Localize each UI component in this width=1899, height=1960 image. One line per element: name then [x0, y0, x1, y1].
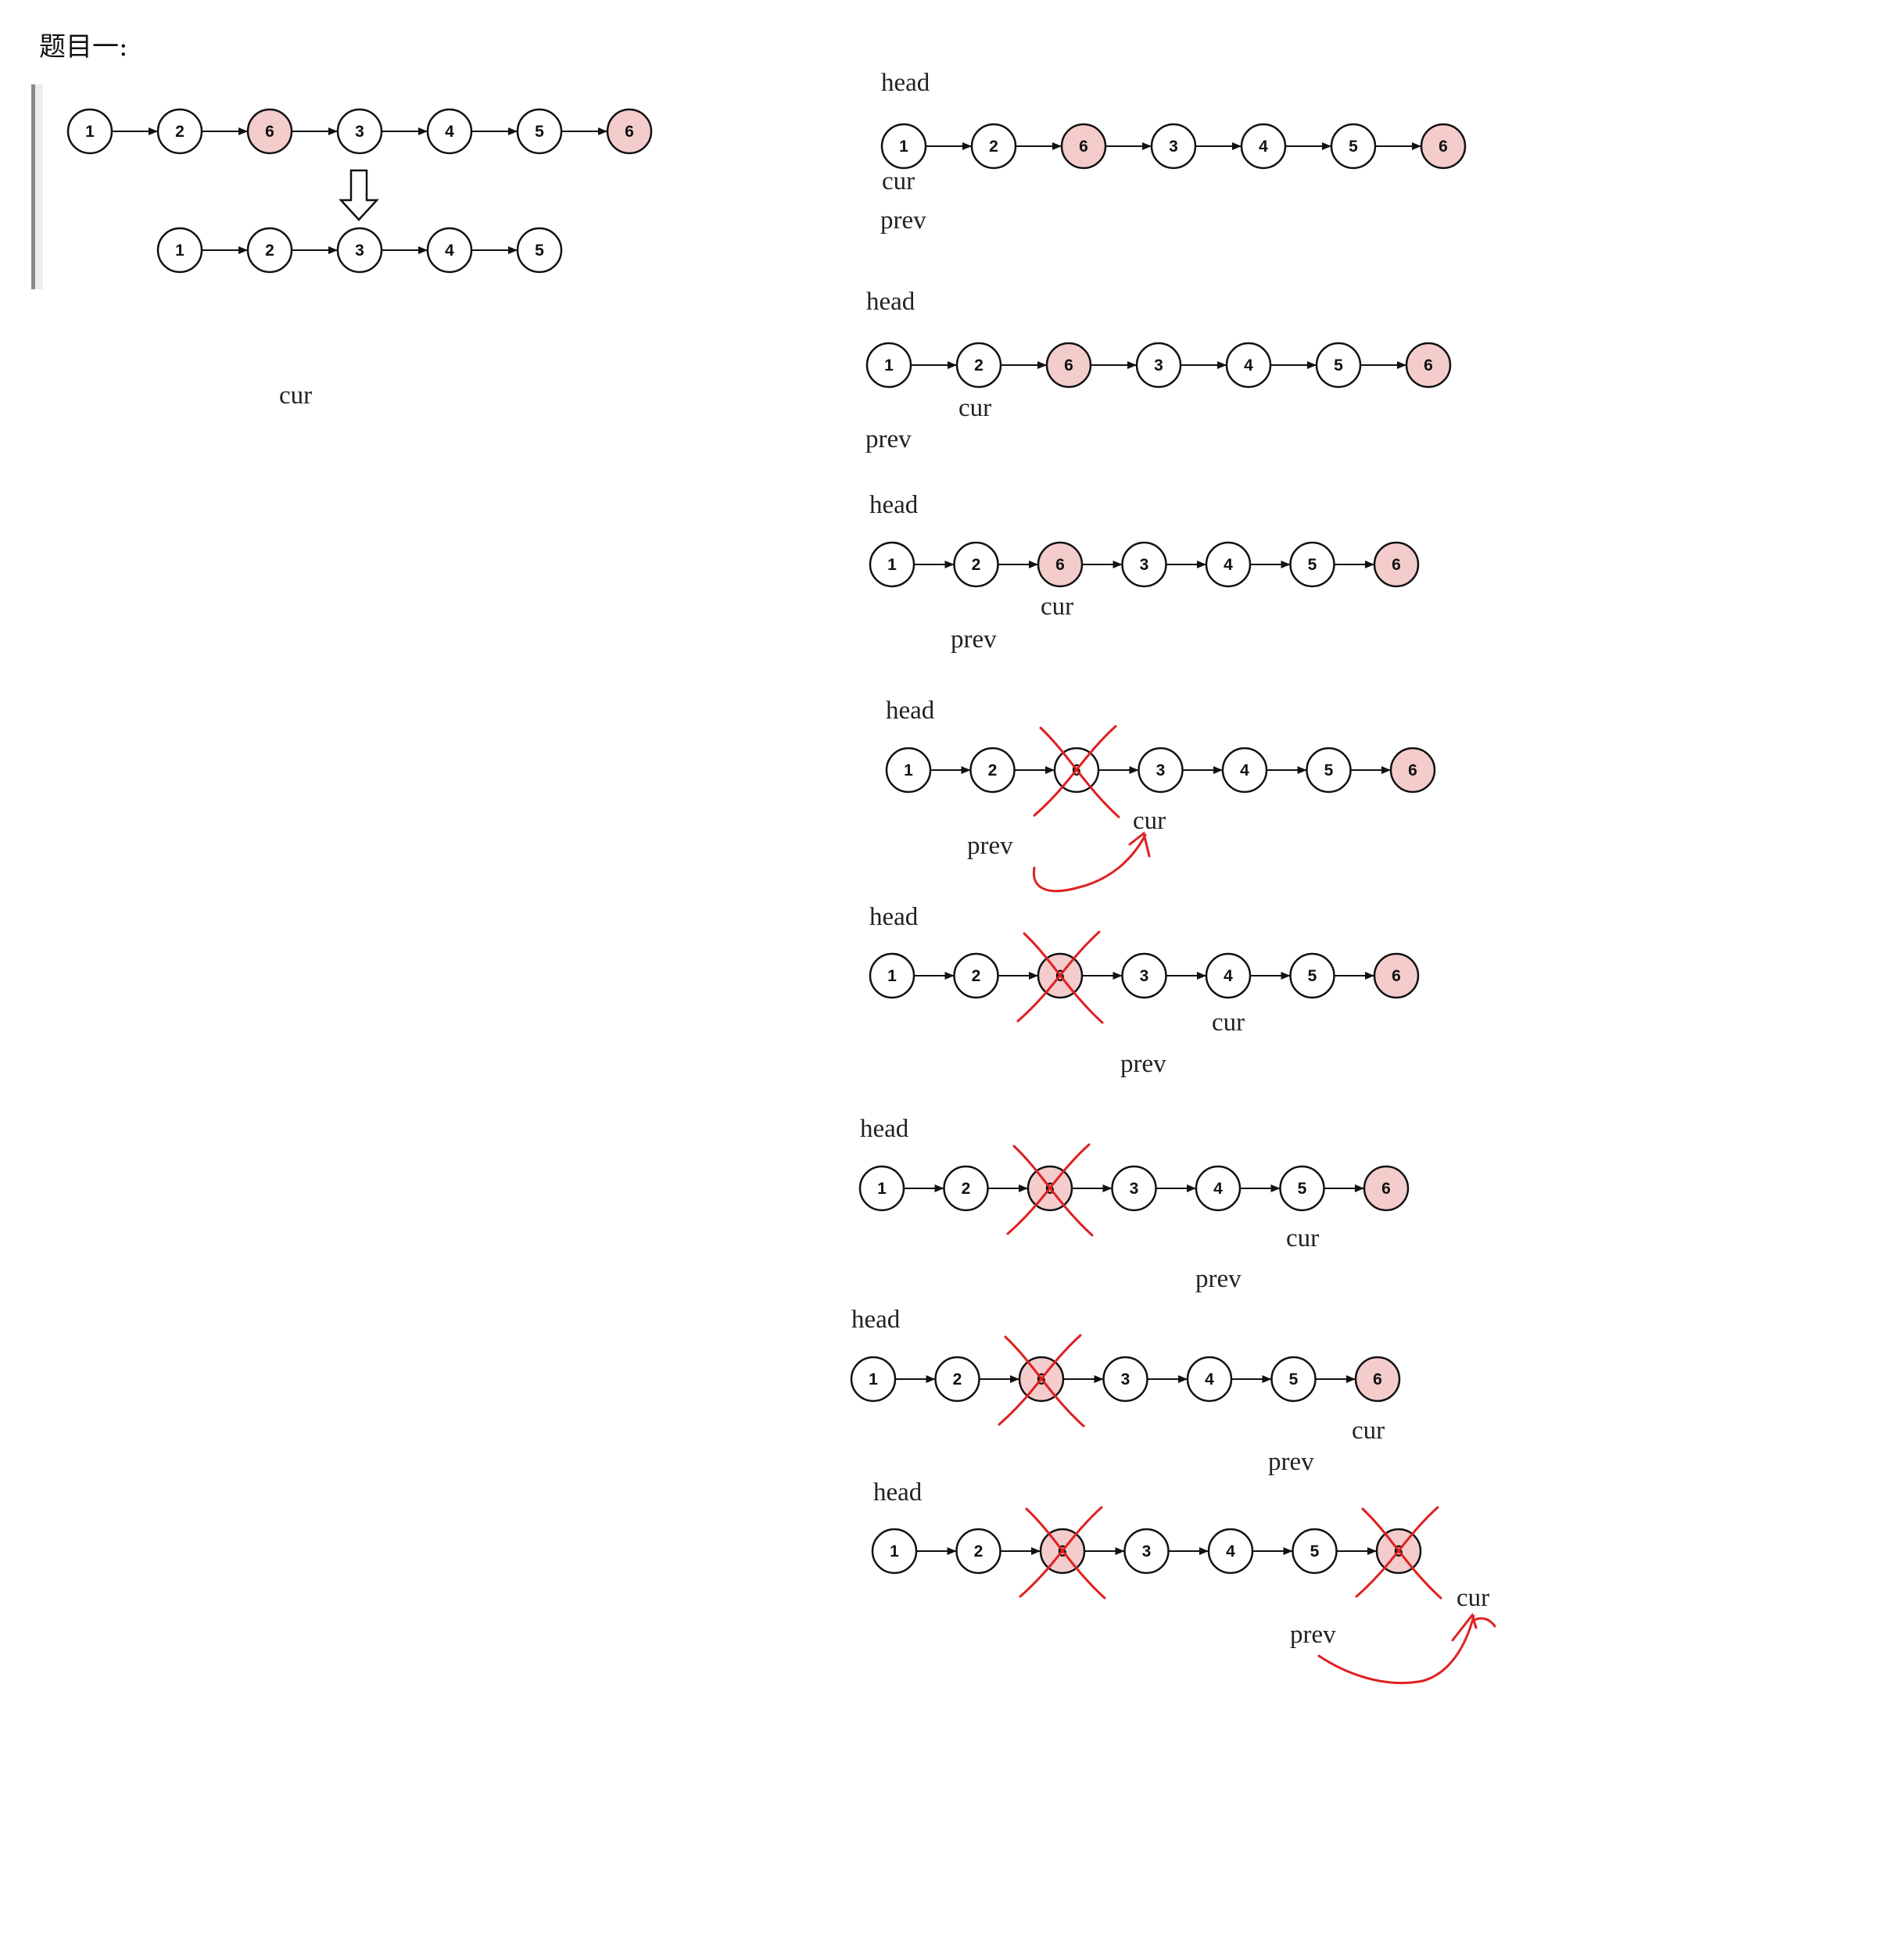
step-2-list-node-3-value: 6 — [1064, 357, 1073, 374]
step-1-list-node-3-value: 6 — [1079, 138, 1088, 156]
step-8-list-strike-a-3 — [1025, 1507, 1106, 1600]
example-output-list-node-3-value: 3 — [355, 242, 364, 260]
example-input-list-node-4-value: 3 — [355, 123, 364, 141]
step-1-list-node-5-value: 4 — [1259, 138, 1268, 156]
step-2-list-node-4-value: 3 — [1154, 357, 1163, 374]
example-output-list-node-2-value: 2 — [265, 242, 274, 260]
step-6-list-node-1-value: 1 — [877, 1180, 887, 1198]
step-7-list-node-4-value: 3 — [1121, 1371, 1130, 1388]
step-7-list: 1263456 — [850, 1334, 1401, 1428]
step-8-list-node-2-value: 2 — [974, 1543, 984, 1560]
step-6-list-node-5-value: 4 — [1213, 1180, 1223, 1198]
step-6-list: 1263456 — [858, 1143, 1410, 1237]
step-6-list-node-7-value: 6 — [1381, 1180, 1391, 1198]
step-4-list: 1263456 — [885, 725, 1436, 819]
step-6-list-node-2-value: 2 — [962, 1180, 971, 1198]
step-1-list-node-6-value: 5 — [1349, 138, 1358, 156]
step-8-list: 1263456 — [871, 1506, 1442, 1600]
step-4-list-node-2-value: 2 — [988, 761, 998, 779]
step-3-list: 1 2 6 3 4 5 6 — [869, 541, 1420, 588]
step-5-list-node-5-value: 4 — [1224, 967, 1233, 985]
step-3-list-node-2-value: 2 — [972, 556, 981, 574]
step-4-list-node-6-value: 5 — [1324, 761, 1334, 779]
step-6-list-strike-a-3 — [1012, 1145, 1094, 1237]
step-8-list-node-1-value: 1 — [890, 1543, 899, 1560]
example-input-list: 1 2 6 3 4 5 6 — [66, 108, 653, 155]
step-3-list-node-5-value: 4 — [1224, 556, 1233, 574]
step-8-pointer-arrow — [1317, 1612, 1496, 1685]
step-7-list-node-7-value: 6 — [1373, 1371, 1382, 1388]
step-4-list-node-5-value: 4 — [1240, 761, 1249, 779]
example-output-list-node-1-value: 1 — [175, 242, 185, 260]
step-3-list-node-6-value: 5 — [1308, 556, 1317, 574]
step-8-list-node-4-value: 3 — [1142, 1543, 1152, 1560]
step-3-list-node-7-value: 6 — [1392, 556, 1401, 574]
step-3-list-node-4-value: 3 — [1140, 556, 1149, 574]
step-7-list-node-6-value: 5 — [1289, 1371, 1299, 1388]
step-3-list-node-3-value: 6 — [1055, 556, 1065, 574]
step-1-list-node-4-value: 3 — [1169, 138, 1178, 156]
step-4-list-node-4-value: 3 — [1156, 761, 1166, 779]
step-4-list-node-7-value: 6 — [1408, 761, 1417, 779]
step-4-pointer-arrow — [1032, 831, 1151, 893]
step-5-list-node-6-value: 5 — [1308, 967, 1317, 985]
step-5-list-node-2-value: 2 — [972, 967, 981, 985]
example-input-list-node-7-value: 6 — [625, 123, 634, 141]
example-output-list-node-4-value: 4 — [445, 242, 454, 260]
step-1-list: 1 2 6 3 4 5 6 — [880, 123, 1467, 170]
example-output-list-node-5-value: 5 — [535, 242, 544, 260]
step-2-list-node-2-value: 2 — [974, 357, 984, 374]
step-5-list-node-1-value: 1 — [887, 967, 897, 985]
step-2-list-node-7-value: 6 — [1424, 357, 1433, 374]
step-4-list-node-1-value: 1 — [904, 761, 913, 779]
step-5-list: 1263456 — [869, 930, 1420, 1024]
step-8-list-strike-a-7 — [1361, 1507, 1442, 1600]
step-7-list-node-5-value: 4 — [1205, 1371, 1214, 1388]
example-input-list-node-6-value: 5 — [535, 123, 544, 141]
example-input-list-node-1-value: 1 — [85, 123, 95, 141]
step-7-list-node-2-value: 2 — [953, 1371, 962, 1388]
example-input-list-node-5-value: 4 — [445, 123, 454, 141]
step-2-list-node-5-value: 4 — [1244, 357, 1253, 374]
transform-arrow-icon — [339, 169, 379, 221]
step-6-list-node-6-value: 5 — [1298, 1180, 1307, 1198]
step-6-list-node-4-value: 3 — [1130, 1180, 1139, 1198]
step-2-list: 1 2 6 3 4 5 6 — [865, 342, 1452, 389]
step-5-list-node-4-value: 3 — [1140, 967, 1149, 985]
example-input-list-node-3-value: 6 — [265, 123, 274, 141]
step-1-list-node-7-value: 6 — [1439, 138, 1448, 156]
linked-list-diagram: 1 2 6 3 4 5 6 1 2 3 4 5 1 2 6 3 4 5 6 1 2 6 3 4 5 6 1 2 6 3 4 5 6 1 2 6 3 4 5 6… — [66, 108, 1496, 1685]
step-2-list-node-6-value: 5 — [1334, 357, 1343, 374]
step-7-list-node-1-value: 1 — [869, 1371, 878, 1388]
step-1-list-node-2-value: 2 — [989, 138, 998, 156]
step-8-list-node-5-value: 4 — [1226, 1543, 1235, 1560]
step-3-list-node-1-value: 1 — [887, 556, 897, 574]
example-input-list-node-2-value: 2 — [175, 123, 185, 141]
example-output-list: 1 2 3 4 5 — [156, 227, 563, 274]
step-8-list-node-6-value: 5 — [1310, 1543, 1320, 1560]
step-1-list-node-1-value: 1 — [899, 138, 908, 156]
step-5-list-strike-a-3 — [1023, 932, 1104, 1024]
step-4-list-strike-a-3 — [1039, 726, 1120, 819]
step-2-list-node-1-value: 1 — [884, 357, 894, 374]
step-5-list-node-7-value: 6 — [1392, 967, 1401, 985]
step-7-list-strike-a-3 — [1004, 1335, 1085, 1428]
